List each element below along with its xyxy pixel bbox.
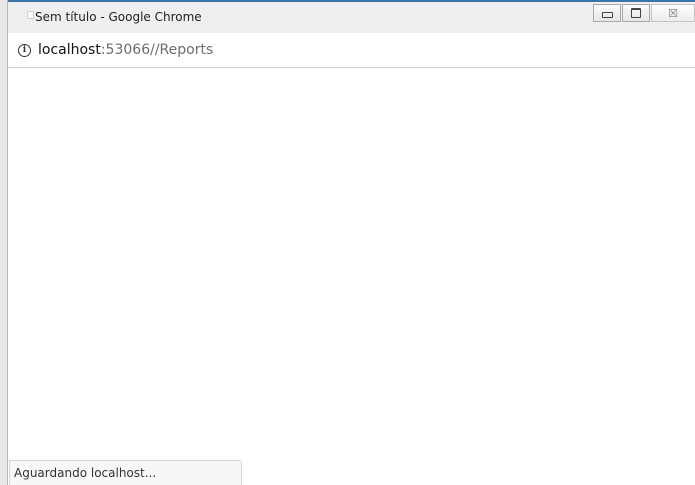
maximize-icon [631, 8, 641, 18]
window-controls: ☒ [593, 4, 695, 22]
address-bar[interactable]: i localhost:53066//Reports [8, 33, 695, 68]
maximize-button[interactable] [622, 4, 650, 22]
page-content [9, 68, 695, 485]
status-bubble: Aguardando localhost... [9, 460, 242, 485]
minimize-button[interactable] [593, 4, 621, 22]
site-info-icon[interactable]: i [18, 44, 31, 57]
window-title: Sem título - Google Chrome [35, 10, 202, 24]
close-button[interactable]: ☒ [651, 4, 695, 22]
url-path: :53066//Reports [100, 42, 214, 58]
title-bar[interactable]: Sem título - Google Chrome ☒ [0, 0, 695, 33]
page-favicon-icon [27, 11, 34, 19]
url-text[interactable]: localhost:53066//Reports [38, 42, 213, 58]
browser-window: Sem título - Google Chrome ☒ i localhost… [0, 0, 695, 485]
status-text: Aguardando localhost... [14, 466, 157, 480]
close-icon: ☒ [668, 6, 678, 20]
window-frame-left [0, 0, 8, 485]
minimize-icon [601, 12, 613, 18]
url-host: localhost [38, 42, 101, 58]
